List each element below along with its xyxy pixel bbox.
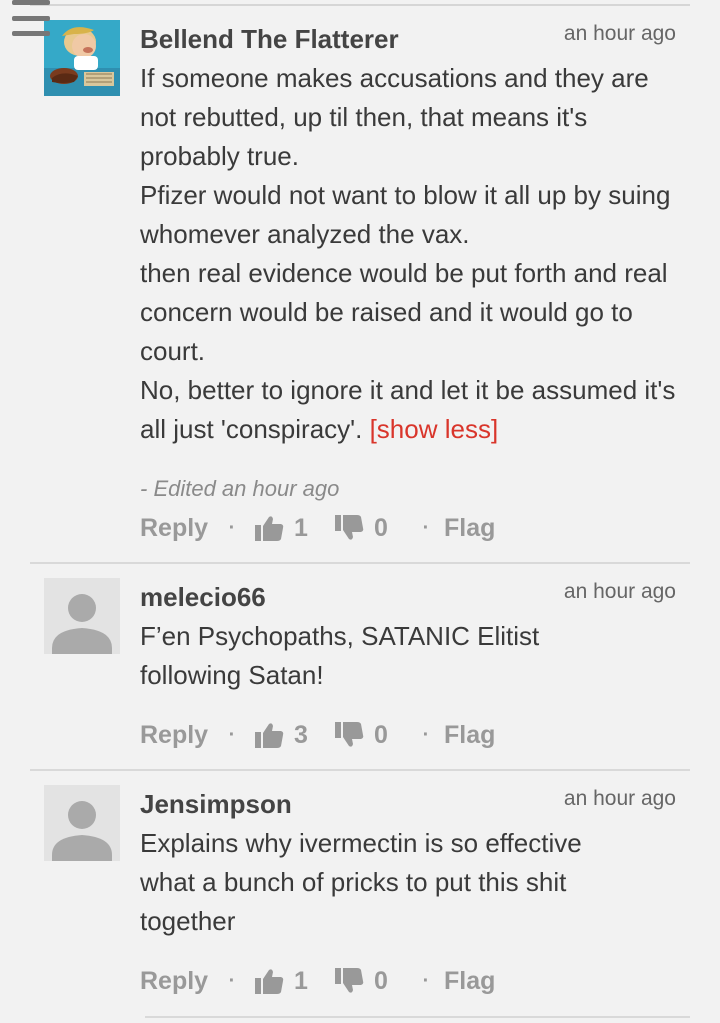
comment-line: Pfizer would not want to blow it all up … [140,180,671,249]
downvote-button[interactable]: 0 [334,513,414,543]
edited-note: - Edited an hour ago [140,476,340,501]
thumbs-up-icon [255,516,284,541]
separator-dot: · [422,723,430,746]
separator-dot: · [228,516,236,539]
avatar-default[interactable] [44,578,120,654]
downvote-count: 0 [374,966,388,995]
comment-divider [30,562,690,564]
hamburger-menu-icon[interactable] [12,0,52,36]
separator-dot: · [228,969,236,992]
thumbs-down-icon [335,722,364,747]
comment-line: If someone makes accusations and they ar… [140,63,649,171]
comments-page: Bellend The Flatterer an hour ago If som… [0,0,720,1023]
downvote-count: 0 [374,513,388,542]
thumbs-up-icon [255,723,284,748]
upvote-button[interactable]: 1 [254,513,334,543]
separator-dot: · [228,723,236,746]
comment-timestamp: an hour ago [563,580,676,603]
top-divider [30,4,690,6]
upvote-button[interactable]: 3 [254,720,334,750]
thumbs-up-icon [255,969,284,994]
separator-dot: · [422,516,430,539]
comment-author[interactable]: Bellend The Flatterer [140,24,399,55]
comment-author[interactable]: Jensimpson [140,789,292,820]
comment-actions: Reply · 1 0 · Flag [140,508,495,548]
show-less-link[interactable]: [show less] [370,414,499,444]
comment-body: F’en Psychopaths, SATANIC Elitist follow… [140,621,540,690]
flag-button[interactable]: Flag [444,514,495,543]
comment-body: If someone makes accusations and they ar… [140,59,685,449]
upvote-count: 3 [294,720,308,749]
comment-line: then real evidence would be put forth an… [140,258,668,366]
thumbs-down-icon [335,515,364,540]
flag-button[interactable]: Flag [444,721,495,750]
default-user-icon [44,578,120,654]
cartoon-avatar-image [44,20,120,96]
downvote-button[interactable]: 0 [334,720,414,750]
comment-author[interactable]: melecio66 [140,582,266,613]
reply-button[interactable]: Reply [140,967,220,996]
comment-timestamp: an hour ago [563,787,676,810]
comment-divider [145,1016,690,1018]
flag-button[interactable]: Flag [444,967,495,996]
downvote-button[interactable]: 0 [334,966,414,996]
avatar-default[interactable] [44,785,120,861]
comment-line: No, better to ignore it and let it be as… [140,371,685,449]
downvote-count: 0 [374,720,388,749]
upvote-button[interactable]: 1 [254,966,334,996]
default-user-icon [44,785,120,861]
upvote-count: 1 [294,966,308,995]
comment-actions: Reply · 3 0 · Flag [140,715,495,755]
reply-button[interactable]: Reply [140,721,220,750]
avatar-cartoon[interactable] [44,20,120,96]
reply-button[interactable]: Reply [140,514,220,543]
comment-timestamp: an hour ago [563,22,676,45]
comment-divider [30,769,690,771]
upvote-count: 1 [294,513,308,542]
comment-actions: Reply · 1 0 · Flag [140,961,495,1001]
separator-dot: · [422,969,430,992]
thumbs-down-icon [335,968,364,993]
comment-body: Explains why ivermectin is so effective … [140,828,582,936]
